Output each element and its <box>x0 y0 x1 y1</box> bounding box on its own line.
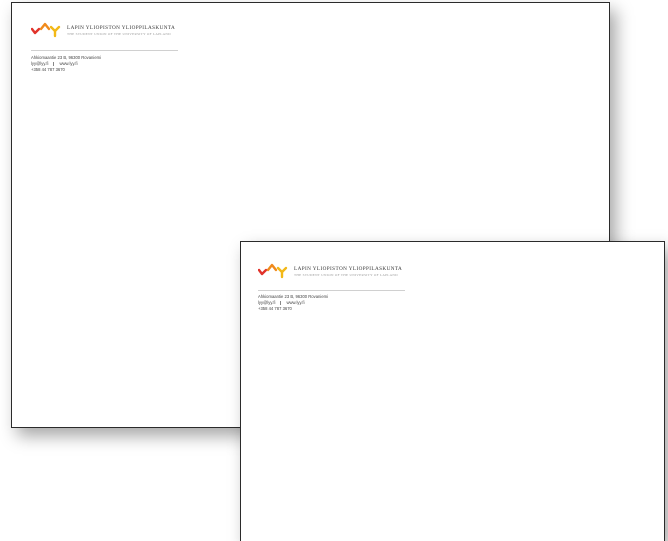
email-text: lyy@lyy.fi <box>31 61 49 66</box>
logo-header: LAPIN YLIOPISTON YLIOPPILASKUNTA THE STU… <box>31 20 175 38</box>
email-text: lyy@lyy.fi <box>258 300 276 305</box>
organization-name-english: THE STUDENT UNION OF THE UNIVERSITY OF L… <box>294 273 398 277</box>
separator <box>53 61 55 66</box>
web-text: www.lyy.fi <box>59 61 78 66</box>
organization-name: LAPIN YLIOPISTON YLIOPPILASKUNTA <box>294 266 403 272</box>
header-divider <box>31 50 178 51</box>
web-text: www.lyy.fi <box>286 300 305 305</box>
lyy-logo-icon <box>31 22 61 38</box>
envelope-small: LAPIN YLIOPISTON YLIOPPILASKUNTA THE STU… <box>240 241 665 541</box>
logo-text: LAPIN YLIOPISTON YLIOPPILASKUNTA THE STU… <box>294 261 402 277</box>
phone-number: +358 44 787 3670 <box>31 67 65 72</box>
logo-header: LAPIN YLIOPISTON YLIOPPILASKUNTA THE STU… <box>258 261 402 279</box>
address-block: Ahkiomaantie 23 B, 96300 Rovaniemi lyy@l… <box>258 294 328 312</box>
address-block: Ahkiomaantie 23 B, 96300 Rovaniemi lyy@l… <box>31 55 101 73</box>
separator <box>280 300 282 305</box>
header-divider <box>258 290 405 291</box>
organization-name-english: THE STUDENT UNION OF THE UNIVERSITY OF L… <box>67 32 171 36</box>
phone-number: +358 44 787 3670 <box>258 306 292 311</box>
organization-name: LAPIN YLIOPISTON YLIOPPILASKUNTA <box>67 25 176 31</box>
logo-text: LAPIN YLIOPISTON YLIOPPILASKUNTA THE STU… <box>67 20 175 36</box>
lyy-logo-icon <box>258 263 288 279</box>
